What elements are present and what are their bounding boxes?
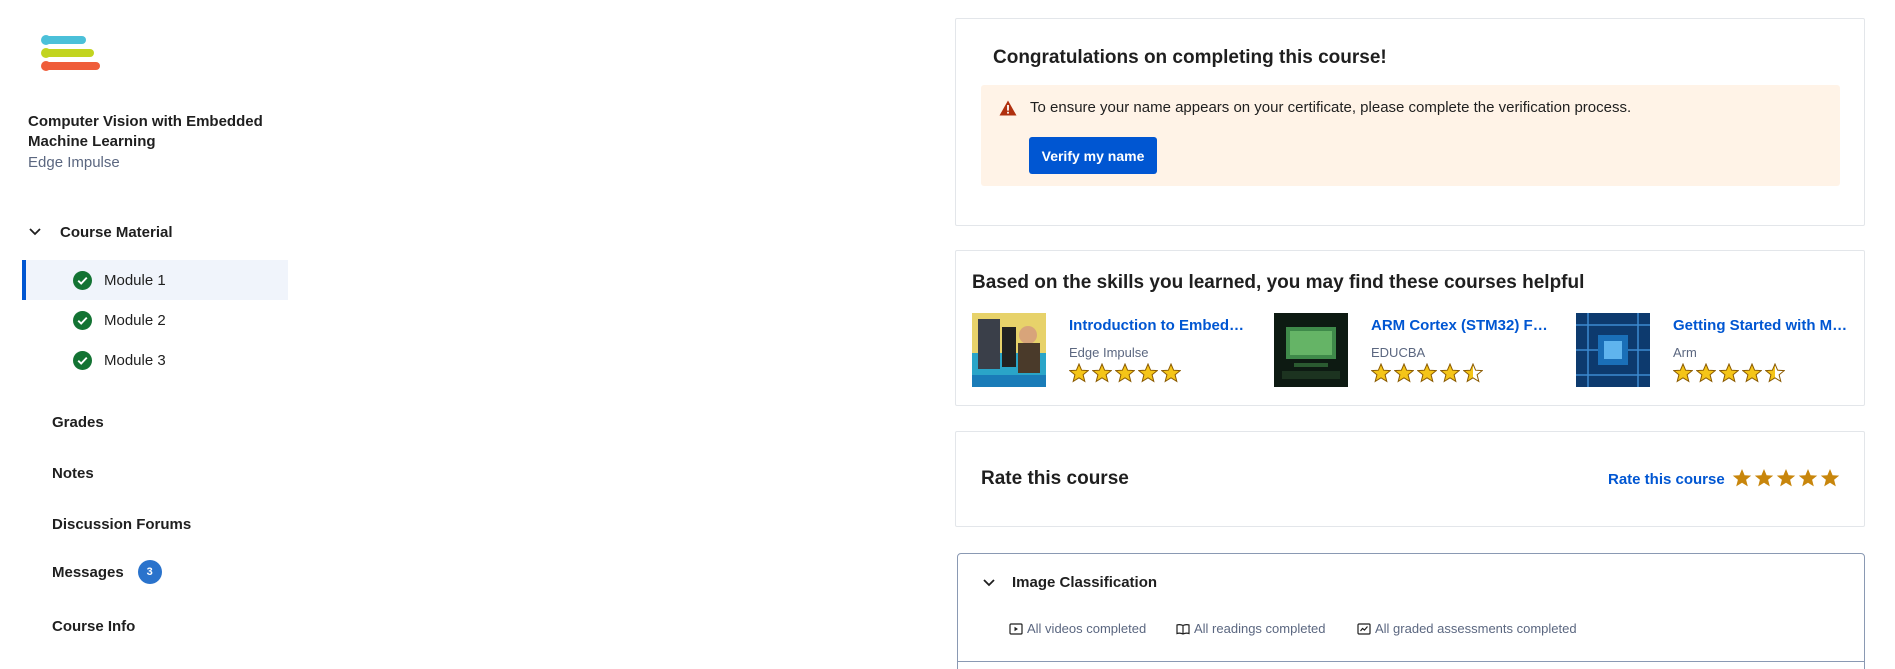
assessments-status: All graded assessments completed <box>1357 621 1577 636</box>
module-toggle[interactable]: Image Classification <box>982 574 1157 591</box>
messages-count-badge: 3 <box>137 560 162 584</box>
star-icon <box>1371 363 1391 383</box>
star-icon <box>1092 363 1112 383</box>
star-icon[interactable] <box>1754 468 1774 488</box>
messages-label: Messages <box>52 563 124 581</box>
sidebar-item-discussion-forums[interactable]: Discussion Forums <box>52 516 191 533</box>
recommended-course-card[interactable]: ARM Cortex (STM32) Fundamentals EDUCBA <box>1274 313 1564 387</box>
course-thumbnail <box>972 313 1046 387</box>
recommendations-card: Based on the skills you learned, you may… <box>955 250 1865 406</box>
star-icon <box>1742 363 1762 383</box>
sidebar-item-module-1[interactable]: Module 1 <box>22 260 288 300</box>
module-list: Module 1 Module 2 Module 3 <box>22 260 288 380</box>
warning-icon <box>999 100 1017 116</box>
recommended-course-partner: Edge Impulse <box>1069 345 1149 360</box>
recommended-course-partner: EDUCBA <box>1371 345 1426 360</box>
recommended-course-title[interactable]: Introduction to Embedded Machine Learnin… <box>1069 317 1249 334</box>
rate-course-link[interactable]: Rate this course <box>1608 471 1725 488</box>
star-icon <box>1765 363 1785 383</box>
star-icon[interactable] <box>1732 468 1752 488</box>
sidebar: Computer Vision with Embedded Machine Le… <box>0 0 300 669</box>
assessments-status-label: All graded assessments completed <box>1375 621 1577 636</box>
congrats-title: Congratulations on completing this cours… <box>993 47 1387 68</box>
star-icon <box>1696 363 1716 383</box>
module-label: Module 3 <box>104 351 166 369</box>
rate-course-card: Rate this course Rate this course <box>955 431 1865 527</box>
congrats-card: Congratulations on completing this cours… <box>955 18 1865 226</box>
book-icon <box>1176 623 1190 635</box>
recommendations-title: Based on the skills you learned, you may… <box>972 272 1585 293</box>
logo-icon[interactable] <box>40 34 102 76</box>
module-label: Module 2 <box>104 311 166 329</box>
check-circle-icon <box>73 311 92 330</box>
star-rating <box>1673 363 1788 383</box>
star-icon[interactable] <box>1798 468 1818 488</box>
chevron-down-icon <box>983 578 995 586</box>
chevron-down-icon <box>29 228 41 236</box>
star-icon <box>1463 363 1483 383</box>
sidebar-item-grades[interactable]: Grades <box>52 414 104 431</box>
verification-alert: To ensure your name appears on your cert… <box>981 85 1840 186</box>
alert-text: To ensure your name appears on your cert… <box>1030 99 1632 116</box>
course-material-toggle[interactable]: Course Material <box>28 220 173 244</box>
course-thumbnail <box>1576 313 1650 387</box>
assessment-icon <box>1357 622 1371 635</box>
star-icon <box>1161 363 1181 383</box>
module-card: Image Classification All videos complete… <box>957 553 1865 669</box>
divider <box>958 661 1864 662</box>
readings-status: All readings completed <box>1176 621 1326 636</box>
course-thumbnail <box>1274 313 1348 387</box>
videos-status-label: All videos completed <box>1027 621 1147 636</box>
check-circle-icon <box>73 351 92 370</box>
star-icon <box>1115 363 1135 383</box>
star-icon <box>1417 363 1437 383</box>
readings-status-label: All readings completed <box>1194 621 1326 636</box>
check-circle-icon <box>73 271 92 290</box>
star-icon <box>1138 363 1158 383</box>
recommended-course-partner: Arm <box>1673 345 1697 360</box>
recommended-course-card[interactable]: Getting Started with Machine Learning Ar… <box>1576 313 1866 387</box>
star-icon <box>1673 363 1693 383</box>
rate-course-title: Rate this course <box>981 468 1129 489</box>
star-icon <box>1069 363 1089 383</box>
rate-stars <box>1732 468 1842 488</box>
star-rating <box>1069 363 1184 383</box>
course-material-label: Course Material <box>60 223 173 241</box>
recommended-course-title[interactable]: ARM Cortex (STM32) Fundamentals <box>1371 317 1551 334</box>
star-icon <box>1440 363 1460 383</box>
star-rating <box>1371 363 1486 383</box>
videos-status: All videos completed <box>1009 621 1146 636</box>
sidebar-item-notes[interactable]: Notes <box>52 465 94 482</box>
sidebar-item-messages[interactable]: Messages 3 <box>52 560 162 584</box>
star-icon <box>1394 363 1414 383</box>
recommended-course-title[interactable]: Getting Started with Machine Learning <box>1673 317 1853 334</box>
module-title: Image Classification <box>1012 574 1158 591</box>
course-title: Computer Vision with Embedded Machine Le… <box>28 113 263 150</box>
video-icon <box>1009 622 1023 635</box>
verify-name-button[interactable]: Verify my name <box>1029 137 1157 174</box>
star-icon <box>1719 363 1739 383</box>
sidebar-item-module-3[interactable]: Module 3 <box>22 340 288 380</box>
star-icon[interactable] <box>1776 468 1796 488</box>
star-icon[interactable] <box>1820 468 1840 488</box>
sidebar-item-course-info[interactable]: Course Info <box>52 618 135 635</box>
sidebar-item-module-2[interactable]: Module 2 <box>22 300 288 340</box>
recommended-course-card[interactable]: Introduction to Embedded Machine Learnin… <box>972 313 1262 387</box>
course-partner: Edge Impulse <box>28 154 120 171</box>
module-label: Module 1 <box>104 271 166 289</box>
